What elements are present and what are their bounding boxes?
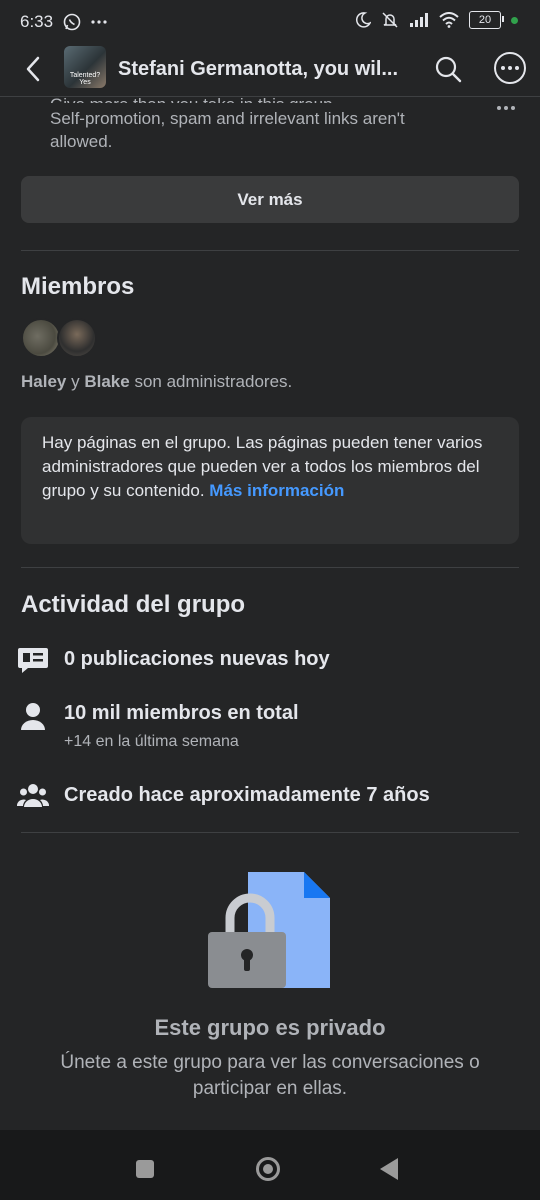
group-header: Talented? Yes Stefani Germanotta, you wi…	[0, 46, 540, 94]
group-avatar-caption: Talented? Yes	[69, 72, 101, 86]
private-lock-illustration	[208, 872, 330, 988]
moon-icon	[355, 12, 371, 28]
see-more-button[interactable]: Ver más	[21, 176, 519, 223]
posts-icon	[18, 648, 48, 673]
back-icon	[26, 56, 40, 82]
group-title[interactable]: Stefani Germanotta, you wil...	[118, 58, 398, 81]
admins-connector: y	[71, 372, 80, 391]
more-notifications-icon	[91, 20, 107, 24]
admins-suffix: son administradores.	[134, 372, 293, 391]
person-icon	[21, 703, 45, 730]
search-button[interactable]	[433, 54, 463, 84]
signal-icon	[410, 13, 428, 27]
group-avatar[interactable]: Talented? Yes	[64, 46, 106, 88]
back-button[interactable]	[18, 54, 48, 84]
wifi-icon	[439, 12, 459, 28]
rule-line: Give more than you take in this group.	[50, 93, 490, 103]
section-divider	[21, 567, 519, 568]
admins-line: Haley y Blake son administradores.	[21, 372, 292, 392]
private-title: Este grupo es privado	[154, 1015, 386, 1040]
system-back-button[interactable]	[380, 1158, 398, 1180]
posts-today: 0 publicaciones nuevas hoy	[64, 648, 330, 670]
section-divider	[21, 250, 519, 251]
admin-avatars[interactable]	[21, 318, 97, 360]
recent-apps-button[interactable]	[136, 1160, 154, 1178]
group-icon	[17, 784, 49, 807]
more-info-link[interactable]: Más información	[209, 481, 344, 500]
mute-icon	[382, 12, 398, 28]
whatsapp-icon	[63, 13, 81, 31]
status-bar: 6:33 20	[0, 0, 540, 46]
members-total: 10 mil miembros en total	[64, 702, 299, 724]
avatar[interactable]	[21, 318, 61, 358]
admin-name[interactable]: Haley	[21, 372, 66, 391]
battery-level: 20	[478, 14, 492, 26]
rules-more-icon[interactable]	[497, 106, 515, 110]
pages-info-box: Hay páginas en el grupo. Las páginas pue…	[21, 417, 519, 544]
avatar[interactable]	[57, 318, 97, 358]
admin-name[interactable]: Blake	[84, 372, 129, 391]
section-divider	[21, 832, 519, 833]
more-icon[interactable]	[494, 52, 526, 84]
activity-title: Actividad del grupo	[21, 591, 246, 618]
rule-line: allowed.	[50, 132, 113, 151]
rule-line: Self-promotion, spam and irrelevant link…	[50, 109, 405, 128]
battery-icon: 20	[469, 11, 504, 29]
members-title: Miembros	[21, 273, 135, 300]
group-rule-text: Give more than you take in this group. S…	[50, 93, 490, 153]
home-button[interactable]	[256, 1157, 280, 1181]
private-description: Únete a este grupo para ver las conversa…	[60, 1052, 480, 1099]
search-icon	[435, 56, 462, 83]
camera-in-use-indicator	[511, 16, 518, 24]
status-time: 6:33	[20, 12, 54, 31]
created-info: Creado hace aproximadamente 7 años	[64, 784, 430, 806]
members-week: +14 en la última semana	[64, 733, 239, 750]
